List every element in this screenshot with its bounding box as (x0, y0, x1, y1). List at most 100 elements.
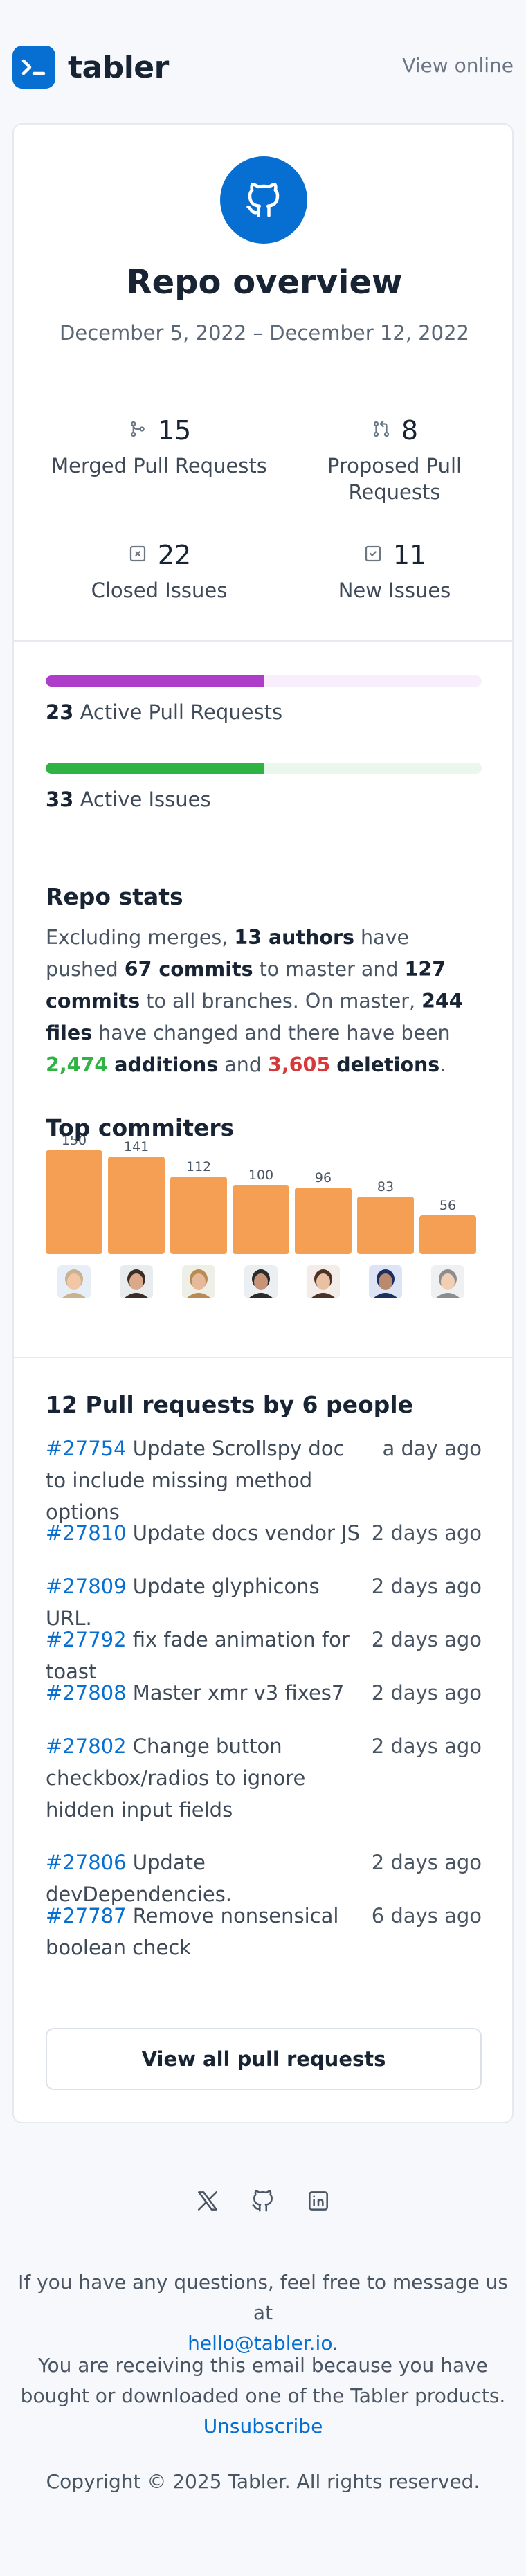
brand-name: tabler (68, 49, 169, 85)
pr-time: a day ago (382, 1437, 482, 1460)
pr-title: Update docs vendor JS (132, 1521, 361, 1545)
chart-data-label: 83 (377, 1179, 394, 1195)
email-page: tabler View online Repo overview Decembe… (0, 0, 526, 2576)
stats-deletions: 3,605 (268, 1053, 331, 1076)
metric-proposed-prs: 8 Proposed Pull Requests (277, 415, 512, 505)
progress-count: 33 (46, 788, 74, 811)
chart-data-label: 56 (439, 1198, 456, 1213)
date-range: December 5, 2022 – December 12, 2022 (60, 321, 469, 345)
list-item: #27802 Change button checkbox/radios to … (46, 1730, 482, 1826)
stats-text: . (439, 1053, 446, 1076)
pr-link[interactable]: #27809 (46, 1575, 127, 1598)
metric-label: New Issues (338, 579, 451, 602)
stats-deletions-word: deletions (336, 1053, 440, 1076)
social-links (0, 2187, 526, 2215)
chart-data-label: 112 (186, 1159, 211, 1174)
chart-bar (295, 1188, 352, 1254)
pr-link[interactable]: #27802 (46, 1734, 127, 1758)
avatar (307, 1265, 340, 1298)
repo-stats-text: Excluding merges, 13 authors have pushed… (46, 922, 482, 1081)
view-online-link[interactable]: View online (402, 54, 514, 77)
avatar (244, 1265, 278, 1298)
stats-additions: 2,474 (46, 1053, 109, 1076)
chart-bar (170, 1177, 227, 1254)
metric-value: 22 (157, 540, 192, 570)
progress-label-prs: 23 Active Pull Requests (46, 700, 282, 724)
stats-commits-master: 67 commits (124, 958, 253, 981)
avatar (182, 1265, 215, 1298)
unsubscribe-link[interactable]: Unsubscribe (203, 2415, 323, 2438)
chart-bar (108, 1157, 165, 1254)
git-pull-request-icon (371, 415, 392, 446)
metric-merged-prs: 15 Merged Pull Requests (42, 415, 277, 479)
x-icon[interactable] (194, 2187, 221, 2215)
chart-data-label: 100 (248, 1168, 273, 1183)
chart-bar (46, 1150, 102, 1254)
pr-time: 2 days ago (371, 1681, 482, 1705)
progress-label-issues: 33 Active Issues (46, 788, 211, 811)
pr-title: Master xmr v3 fixes7 (132, 1681, 345, 1705)
repo-stats-title: Repo stats (46, 883, 183, 910)
metric-label: Closed Issues (91, 579, 228, 602)
linkedin-icon[interactable] (305, 2187, 332, 2215)
avatar (369, 1265, 402, 1298)
progress-fill (46, 675, 264, 687)
pull-requests-title: 12 Pull requests by 6 people (46, 1391, 413, 1418)
stats-text: have changed and there have been (92, 1022, 451, 1044)
page-title: Repo overview (126, 263, 403, 302)
metric-value: 15 (157, 415, 192, 446)
pr-time: 2 days ago (371, 1734, 482, 1758)
metric-label: Proposed Pull Requests (327, 454, 462, 504)
chart-bar (357, 1197, 414, 1254)
progress-active-issues (46, 763, 482, 774)
chart-data-label: 96 (315, 1170, 332, 1186)
chart-data-label: 141 (124, 1139, 149, 1154)
pr-time: 6 days ago (371, 1904, 482, 1928)
list-item: #27810 Update docs vendor JS 2 days ago (46, 1517, 482, 1549)
brand-logo[interactable]: tabler (12, 46, 169, 89)
pr-link[interactable]: #27808 (46, 1681, 127, 1705)
stats-text: to all branches. On master, (140, 990, 422, 1013)
git-merge-icon (127, 415, 148, 446)
square-x-icon (127, 540, 148, 570)
pr-link[interactable]: #27810 (46, 1521, 127, 1545)
progress-text: Active Issues (80, 788, 211, 811)
progress-fill (46, 763, 264, 774)
github-icon[interactable] (249, 2187, 277, 2215)
footer-receiving-text: You are receiving this email because you… (20, 2354, 506, 2407)
metric-value: 8 (401, 415, 419, 446)
pr-link[interactable]: #27806 (46, 1851, 127, 1874)
list-item: #27754 Update Scrollspy doc to include m… (46, 1433, 482, 1528)
tabler-logo-icon (12, 46, 55, 89)
stats-text: and (218, 1053, 268, 1076)
footer-questions: If you have any questions, feel free to … (14, 2267, 512, 2359)
progress-text: Active Pull Requests (80, 700, 283, 724)
footer-receiving: You are receiving this email because you… (14, 2350, 512, 2442)
stats-text: to master and (253, 958, 405, 981)
pr-link[interactable]: #27754 (46, 1437, 127, 1460)
list-item: #27787 Remove nonsensical boolean check … (46, 1900, 482, 1963)
pr-link[interactable]: #27787 (46, 1904, 127, 1928)
chart-bar (233, 1185, 289, 1254)
metric-new-issues: 11 New Issues (277, 540, 512, 604)
main-card: Repo overview December 5, 2022 – Decembe… (12, 123, 514, 2123)
header: tabler View online (0, 0, 526, 131)
chart-bar (419, 1215, 476, 1254)
avatar (120, 1265, 153, 1298)
pr-link[interactable]: #27792 (46, 1628, 127, 1651)
view-all-pull-requests-button[interactable]: View all pull requests (46, 2028, 482, 2090)
metric-value: 11 (392, 540, 427, 570)
avatar (57, 1265, 91, 1298)
stats-additions-word: additions (114, 1053, 219, 1076)
divider (14, 1357, 512, 1358)
stats-authors: 13 authors (234, 926, 354, 949)
metric-closed-issues: 22 Closed Issues (42, 540, 277, 604)
footer-questions-text: If you have any questions, feel free to … (18, 2271, 508, 2324)
divider (14, 640, 512, 642)
commiters-bar-chart: 150 141 112 100 96 83 56 (46, 1136, 476, 1298)
metric-label: Merged Pull Requests (51, 454, 267, 478)
footer-copyright: Copyright © 2025 Tabler. All rights rese… (46, 2470, 480, 2493)
list-item: #27808 Master xmr v3 fixes7 2 days ago (46, 1677, 482, 1709)
pr-time: 2 days ago (371, 1521, 482, 1545)
github-icon (220, 156, 307, 244)
